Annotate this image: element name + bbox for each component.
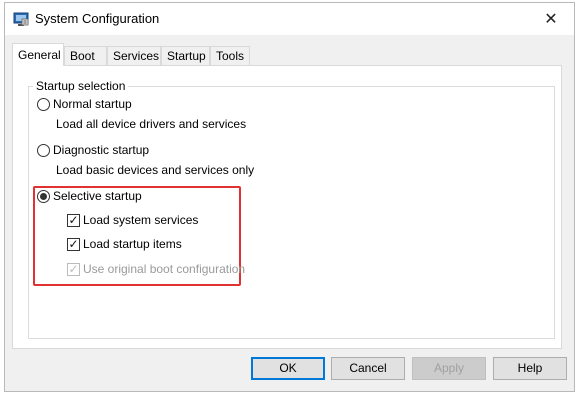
window-title: System Configuration (35, 11, 160, 26)
load-startup-items-label: Load startup items (83, 237, 182, 251)
load-startup-items-option[interactable]: ✓ Load startup items (67, 237, 182, 251)
tab-services[interactable]: Services (107, 46, 161, 65)
close-icon: ✕ (544, 11, 558, 28)
normal-startup-option[interactable]: Normal startup (37, 97, 132, 111)
load-startup-items-checkbox[interactable]: ✓ (67, 237, 80, 251)
use-original-boot-checkbox: ✓ (67, 261, 80, 276)
startup-selection-label: Startup selection (33, 79, 129, 93)
load-system-services-checkbox[interactable]: ✓ (67, 213, 80, 227)
load-system-services-label: Load system services (83, 213, 199, 227)
diagnostic-startup-radio[interactable] (37, 143, 50, 157)
diagnostic-startup-label: Diagnostic startup (53, 143, 150, 157)
selective-startup-option[interactable]: Selective startup (37, 189, 142, 203)
use-original-boot-option: ✓ Use original boot configuration (67, 262, 245, 276)
normal-startup-description: Load all device drivers and services (56, 117, 247, 131)
normal-startup-radio[interactable] (37, 97, 50, 111)
normal-startup-label: Normal startup (53, 97, 132, 111)
cancel-button[interactable]: Cancel (331, 357, 405, 380)
load-system-services-option[interactable]: ✓ Load system services (67, 213, 198, 227)
apply-button: Apply (412, 357, 486, 380)
ok-button[interactable]: OK (251, 357, 325, 380)
tab-tools[interactable]: Tools (210, 46, 250, 65)
selective-startup-label: Selective startup (53, 189, 142, 203)
msconfig-icon (13, 12, 29, 26)
close-button[interactable]: ✕ (528, 3, 574, 35)
use-original-boot-label: Use original boot configuration (83, 262, 246, 276)
title-bar: System Configuration ✕ (5, 3, 574, 35)
diagnostic-startup-option[interactable]: Diagnostic startup (37, 143, 149, 157)
help-button[interactable]: Help (493, 357, 567, 380)
diagnostic-startup-description: Load basic devices and services only (56, 163, 255, 177)
tab-startup[interactable]: Startup (161, 46, 210, 65)
selective-startup-radio[interactable] (37, 189, 50, 203)
tab-boot[interactable]: Boot (64, 46, 107, 65)
tab-general[interactable]: General (12, 43, 64, 66)
